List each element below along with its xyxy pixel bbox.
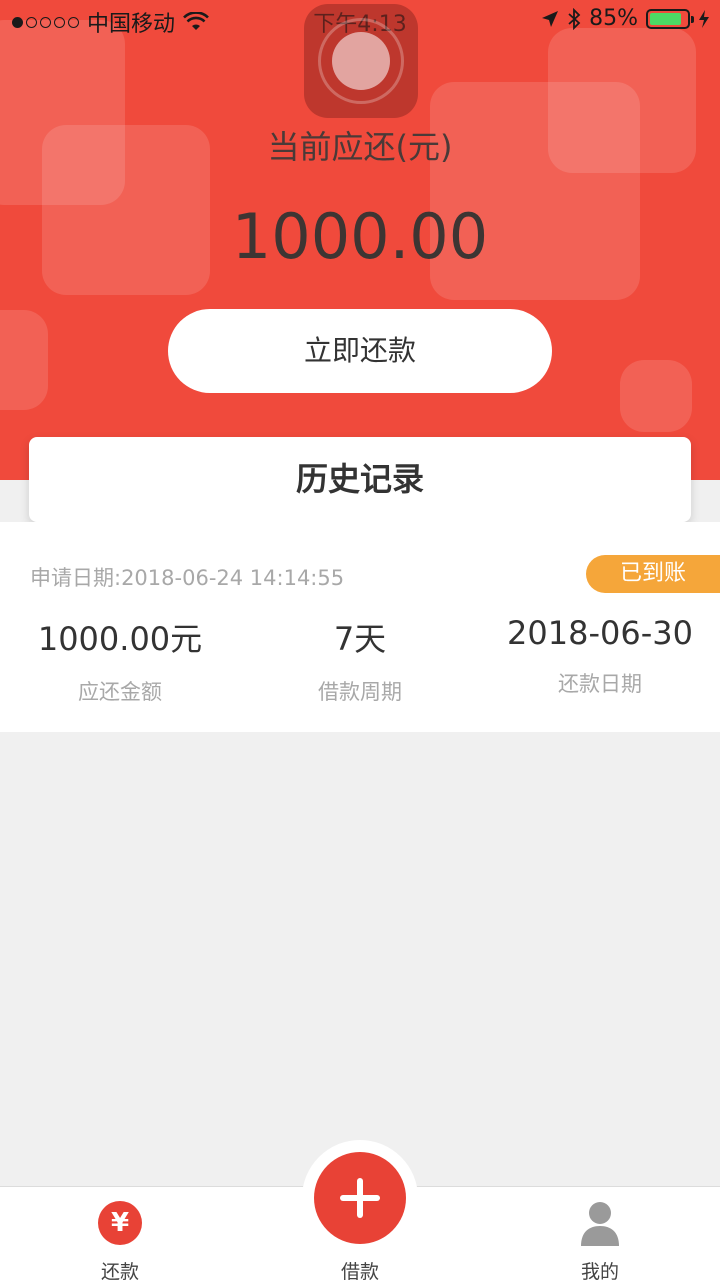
tab-repay[interactable]: ¥ 还款 <box>0 1187 240 1280</box>
amount-due-value: 1000.00 <box>231 200 489 273</box>
tab-mine[interactable]: 我的 <box>480 1187 720 1280</box>
record-due-date-value: 2018-06-30 <box>507 614 693 652</box>
record-period-label: 借款周期 <box>318 680 402 704</box>
battery-percent: 85% <box>589 6 638 31</box>
location-arrow-icon <box>542 10 559 27</box>
decorative-square <box>620 360 692 432</box>
history-record-item[interactable]: 申请日期:2018-06-24 14:14:55 已到账 1000.00元 应还… <box>0 522 720 732</box>
repay-now-button[interactable]: 立即还款 <box>168 309 552 393</box>
record-due-date-label: 还款日期 <box>558 672 642 696</box>
battery-level <box>650 12 681 25</box>
plus-icon-vertical <box>357 1178 363 1218</box>
record-amount-column: 1000.00元 应还金额 <box>0 614 240 706</box>
battery-icon <box>646 8 694 29</box>
record-due-date-column: 2018-06-30 还款日期 <box>480 614 720 698</box>
app-logo-icon <box>304 4 418 118</box>
record-amount-label: 应还金额 <box>78 680 162 704</box>
status-badge: 已到账 <box>586 555 720 593</box>
record-amount-value: 1000.00元 <box>37 620 203 658</box>
decorative-square <box>0 310 48 410</box>
record-period-value: 7天 <box>333 620 387 658</box>
tab-borrow-label: 借款 <box>340 1261 379 1280</box>
bluetooth-icon <box>568 7 581 30</box>
status-bar-right: 85% <box>541 6 710 31</box>
charging-bolt-icon <box>699 9 709 28</box>
user-icon <box>581 1202 619 1246</box>
record-period-column: 7天 借款周期 <box>240 614 480 706</box>
tab-mine-label: 我的 <box>580 1261 619 1280</box>
borrow-plus-button[interactable] <box>314 1152 406 1244</box>
yen-icon: ¥ <box>98 1201 142 1245</box>
amount-due-label: 当前应还(元) <box>267 128 453 166</box>
apply-date: 申请日期:2018-06-24 14:14:55 <box>30 566 345 590</box>
tab-repay-label: 还款 <box>100 1261 139 1280</box>
history-records-title: 历史记录 <box>29 437 691 522</box>
